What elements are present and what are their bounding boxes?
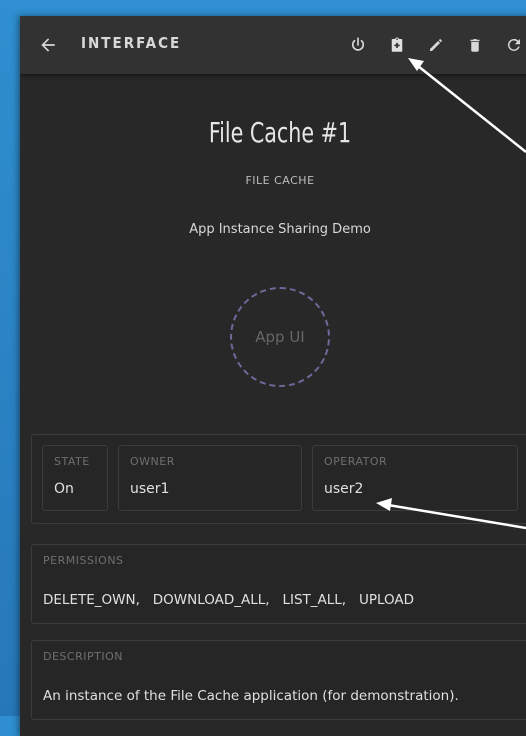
pencil-icon[interactable] (427, 36, 445, 54)
instance-info-card: STATE On OWNER user1 OPERATOR user2 (31, 434, 526, 524)
description-label: DESCRIPTION (43, 650, 123, 663)
power-icon[interactable] (349, 36, 367, 54)
app-type-label: FILE CACHE (245, 174, 315, 187)
arrow-left-icon[interactable] (38, 35, 58, 55)
permissions-value: DELETE_OWN, DOWNLOAD_ALL, LIST_ALL, UPLO… (43, 592, 415, 608)
app-ui-button[interactable]: App UI (230, 287, 330, 387)
state-value: On (54, 481, 74, 497)
app-panel: INTERFACE File Cache #1 FILE CACHE App I… (20, 16, 526, 736)
trash-icon[interactable] (466, 36, 484, 54)
refresh-icon[interactable] (505, 36, 523, 54)
owner-value: user1 (130, 481, 170, 497)
toolbar-title: INTERFACE (81, 34, 182, 52)
owner-label: OWNER (130, 455, 175, 468)
instance-description: App Instance Sharing Demo (189, 222, 371, 237)
operator-value: user2 (324, 481, 364, 497)
description-card: DESCRIPTION An instance of the File Cach… (31, 640, 526, 720)
clipboard-icon[interactable] (388, 36, 406, 54)
description-value: An instance of the File Cache applicatio… (43, 688, 459, 704)
permissions-card: PERMISSIONS DELETE_OWN, DOWNLOAD_ALL, LI… (31, 544, 526, 624)
operator-label: OPERATOR (324, 455, 388, 468)
page-title: File Cache #1 (208, 116, 352, 149)
state-label: STATE (54, 455, 90, 468)
state-field: STATE On (42, 445, 108, 511)
owner-field: OWNER user1 (118, 445, 302, 511)
app-ui-label: App UI (255, 328, 305, 346)
permissions-label: PERMISSIONS (43, 554, 124, 567)
toolbar: INTERFACE (20, 16, 526, 74)
operator-field[interactable]: OPERATOR user2 (312, 445, 518, 511)
